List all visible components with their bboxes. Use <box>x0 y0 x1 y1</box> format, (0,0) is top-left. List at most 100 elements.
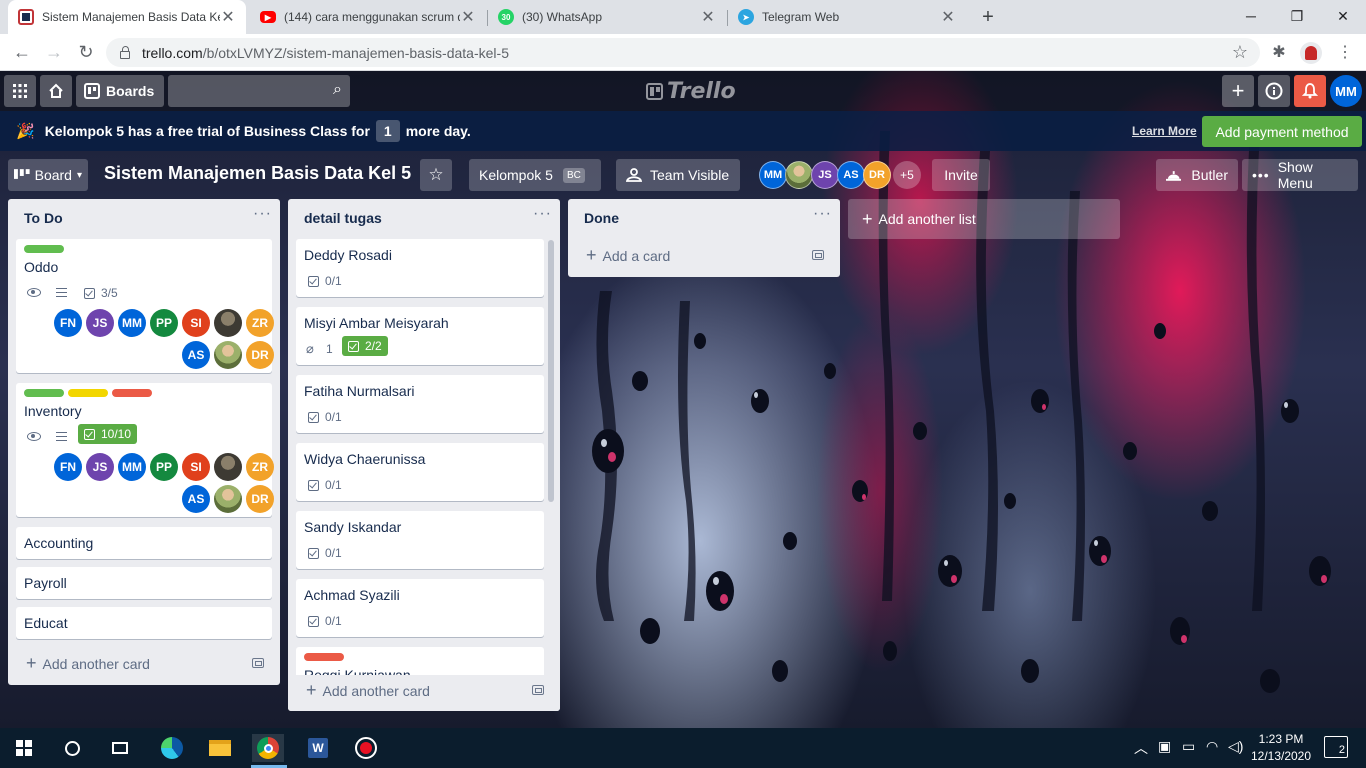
maximize-icon[interactable]: ❐ <box>1274 0 1320 32</box>
card-member-avatar[interactable]: ZR <box>246 309 274 337</box>
board-title[interactable]: Sistem Manajemen Basis Data Kel 5 <box>104 163 411 184</box>
list-title[interactable]: detail tugas <box>304 210 382 226</box>
card-member-avatar[interactable]: MM <box>118 453 146 481</box>
card-member-avatar[interactable]: DR <box>246 485 274 513</box>
card-inventory[interactable]: Inventory 10/10 FN JS MM PP SI ZR AS DR <box>16 383 274 517</box>
list-menu-icon[interactable]: ··· <box>813 205 832 223</box>
list-title[interactable]: Done <box>584 210 619 226</box>
card-member-avatar-photo[interactable] <box>214 309 242 337</box>
member-avatar-photo[interactable] <box>785 161 813 189</box>
card-member-avatar-photo[interactable] <box>214 485 242 513</box>
wifi-icon[interactable]: ◠ <box>1206 738 1218 755</box>
tab-telegram[interactable]: ➤ Telegram Web ✕ <box>728 0 966 34</box>
card-sandy-iskandar[interactable]: Sandy Iskandar 0/1 <box>296 511 544 569</box>
notifications-button[interactable] <box>1294 75 1326 107</box>
tray-chevron-up-icon[interactable]: ︿ <box>1134 738 1148 758</box>
card-member-avatar[interactable]: AS <box>182 485 210 513</box>
card-member-avatar[interactable]: JS <box>86 453 114 481</box>
chrome-taskbar-icon[interactable] <box>252 734 284 762</box>
butler-button[interactable]: Butler <box>1156 159 1238 191</box>
add-card-button[interactable]: + Add another card <box>306 680 430 701</box>
reload-icon[interactable]: ↻ <box>74 40 98 64</box>
minimize-icon[interactable]: ─ <box>1228 0 1274 32</box>
member-avatar[interactable]: MM <box>759 161 787 189</box>
add-card-button[interactable]: + Add another card <box>26 653 150 674</box>
card-misyi-ambar-meisyarah[interactable]: Misyi Ambar Meisyarah ⌀ 1 2/2 <box>296 307 544 365</box>
card-deddy-rosadi[interactable]: Deddy Rosadi 0/1 <box>296 239 544 297</box>
card-widya-chaerunissa[interactable]: Widya Chaerunissa 0/1 <box>296 443 544 501</box>
search-input[interactable]: ⌕ <box>168 75 350 107</box>
card-member-avatar[interactable]: PP <box>150 453 178 481</box>
card-accounting[interactable]: Accounting <box>16 527 272 559</box>
user-avatar[interactable]: MM <box>1330 75 1362 107</box>
label-red[interactable] <box>304 653 344 661</box>
card-member-avatar[interactable]: DR <box>246 341 274 369</box>
card-member-avatar[interactable]: SI <box>182 309 210 337</box>
member-avatar[interactable]: JS <box>811 161 839 189</box>
team-button[interactable]: Kelompok 5 BC <box>469 159 601 191</box>
tab-whatsapp[interactable]: 30 (30) WhatsApp ✕ <box>488 0 726 34</box>
label-green[interactable] <box>24 245 64 253</box>
invite-button[interactable]: Invite <box>932 159 990 191</box>
card-achmad-syazili[interactable]: Achmad Syazili 0/1 <box>296 579 544 637</box>
card-educat[interactable]: Educat <box>16 607 272 639</box>
notification-center-icon[interactable]: 2 <box>1324 736 1348 758</box>
card-member-avatar[interactable]: MM <box>118 309 146 337</box>
learn-more-link[interactable]: Learn More <box>1132 124 1197 138</box>
edge-browser-icon[interactable] <box>156 734 188 762</box>
screen-recorder-icon[interactable] <box>350 734 382 762</box>
file-explorer-icon[interactable] <box>204 734 236 762</box>
word-icon[interactable]: W <box>302 734 334 762</box>
profile-avatar-icon[interactable] <box>1300 42 1322 64</box>
meet-now-icon[interactable]: ▣ <box>1158 738 1171 755</box>
taskbar-clock[interactable]: 1:23 PM 12/13/2020 <box>1248 731 1314 765</box>
forward-arrow-icon[interactable]: → <box>42 40 66 64</box>
list-menu-icon[interactable]: ··· <box>533 205 552 223</box>
boards-button[interactable]: Boards <box>76 75 164 107</box>
bookmark-star-icon[interactable]: ☆ <box>1232 42 1248 63</box>
card-member-avatar[interactable]: PP <box>150 309 178 337</box>
add-list-button[interactable]: + Add another list <box>848 199 1120 239</box>
card-member-avatar[interactable]: JS <box>86 309 114 337</box>
add-payment-button[interactable]: Add payment method <box>1202 116 1362 147</box>
card-payroll[interactable]: Payroll <box>16 567 272 599</box>
card-member-avatar[interactable]: AS <box>182 341 210 369</box>
home-button[interactable] <box>40 75 72 107</box>
card-template-icon[interactable] <box>532 685 544 695</box>
label-green[interactable] <box>24 389 64 397</box>
show-menu-button[interactable]: ••• Show Menu <box>1242 159 1358 191</box>
volume-icon[interactable]: ◁) <box>1228 738 1243 755</box>
list-scrollbar[interactable] <box>548 240 554 502</box>
task-view-icon[interactable] <box>104 734 136 762</box>
visibility-button[interactable]: Team Visible <box>616 159 740 191</box>
board-view-switcher[interactable]: Board ▾ <box>8 159 88 191</box>
extensions-puzzle-icon[interactable]: ✱ <box>1268 42 1290 64</box>
list-menu-icon[interactable]: ··· <box>253 205 272 223</box>
card-member-avatar[interactable]: SI <box>182 453 210 481</box>
card-member-avatar[interactable]: FN <box>54 309 82 337</box>
close-tab-icon[interactable]: ✕ <box>940 7 956 27</box>
card-template-icon[interactable] <box>812 250 824 260</box>
close-tab-icon[interactable]: ✕ <box>700 7 716 27</box>
member-avatar[interactable]: AS <box>837 161 865 189</box>
card-reggi-kurniawan[interactable]: Reggi Kurniawan <box>296 647 544 675</box>
close-tab-icon[interactable]: ✕ <box>220 7 236 27</box>
create-button[interactable]: + <box>1222 75 1254 107</box>
search-circle-icon[interactable] <box>56 734 88 762</box>
tab-youtube[interactable]: ▶ (144) cara menggunakan scrum d ✕ <box>250 0 486 34</box>
member-avatar[interactable]: DR <box>863 161 891 189</box>
card-member-avatar-photo[interactable] <box>214 341 242 369</box>
card-member-avatar[interactable]: ZR <box>246 453 274 481</box>
tab-trello[interactable]: Sistem Manajemen Basis Data Kel ✕ <box>8 0 246 34</box>
info-button[interactable] <box>1258 75 1290 107</box>
card-member-avatar-photo[interactable] <box>214 453 242 481</box>
list-title[interactable]: To Do <box>24 210 63 226</box>
apps-grid-icon[interactable] <box>4 75 36 107</box>
chrome-menu-icon[interactable]: ⋮ <box>1334 42 1356 64</box>
card-fatiha-nurmalsari[interactable]: Fatiha Nurmalsari 0/1 <box>296 375 544 433</box>
card-template-icon[interactable] <box>252 658 264 668</box>
address-bar[interactable]: trello.com/b/otxLVMYZ/sistem-manajemen-b… <box>106 38 1260 67</box>
back-arrow-icon[interactable]: ← <box>10 40 34 64</box>
close-window-icon[interactable]: ✕ <box>1320 0 1366 32</box>
label-yellow[interactable] <box>68 389 108 397</box>
